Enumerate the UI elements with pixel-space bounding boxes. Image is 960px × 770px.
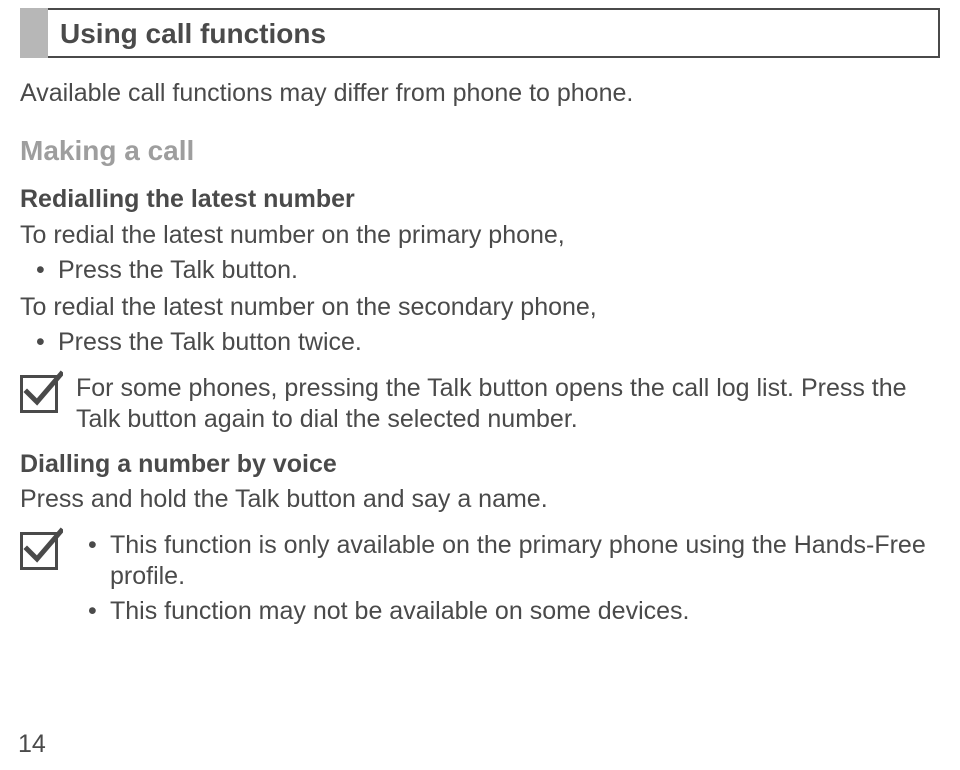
note-2-body: This function is only available on the p… — [76, 530, 940, 634]
content: Available call functions may differ from… — [20, 78, 940, 647]
redial-heading: Redialling the latest number — [20, 184, 940, 215]
list-item: Press the Talk button. — [58, 255, 940, 286]
list-item: This function may not be available on so… — [110, 596, 940, 627]
note-2: This function is only available on the p… — [20, 530, 940, 634]
title-box: Using call functions — [20, 8, 940, 58]
checkmark-icon — [20, 532, 58, 570]
page: Using call functions Available call func… — [0, 0, 960, 770]
intro-text: Available call functions may differ from… — [20, 78, 940, 109]
redial-primary-list: Press the Talk button. — [20, 255, 940, 286]
list-item: Press the Talk button twice. — [58, 327, 940, 358]
page-title: Using call functions — [60, 16, 326, 51]
voice-body: Press and hold the Talk button and say a… — [20, 484, 940, 515]
redial-primary-text: To redial the latest number on the prima… — [20, 220, 940, 251]
list-item: This function is only available on the p… — [110, 530, 940, 593]
section-title: Making a call — [20, 133, 940, 168]
title-accent-block — [20, 8, 48, 58]
voice-heading: Dialling a number by voice — [20, 449, 940, 480]
note-1: For some phones, pressing the Talk butto… — [20, 373, 940, 436]
checkmark-icon — [20, 375, 58, 413]
note-1-text: For some phones, pressing the Talk butto… — [76, 373, 940, 436]
note-2-list: This function is only available on the p… — [76, 530, 940, 628]
redial-secondary-list: Press the Talk button twice. — [20, 327, 940, 358]
page-number: 14 — [18, 729, 46, 760]
redial-secondary-text: To redial the latest number on the secon… — [20, 292, 940, 323]
